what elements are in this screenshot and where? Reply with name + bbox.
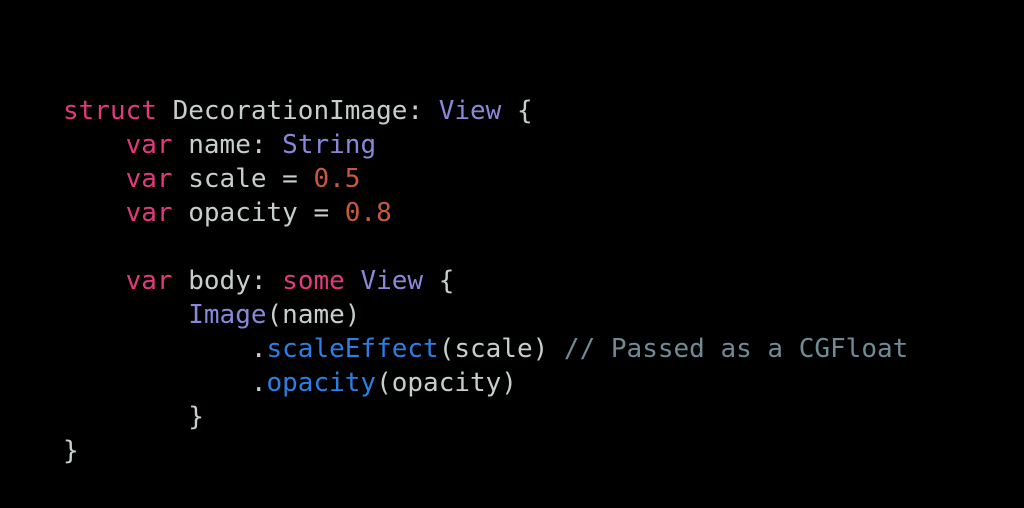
code-token-kw: some bbox=[282, 266, 345, 296]
code-token-num: 0.5 bbox=[313, 164, 361, 194]
code-slide: struct DecorationImage: View { var name:… bbox=[0, 0, 1024, 508]
code-token-plain: DecorationImage: bbox=[156, 96, 439, 126]
code-token-punct: . bbox=[250, 368, 267, 398]
code-line: var scale = 0.5 bbox=[63, 162, 908, 196]
code-token-punct: } bbox=[188, 402, 204, 432]
code-token-kw: struct bbox=[63, 96, 157, 126]
code-token-type: View bbox=[438, 96, 502, 126]
code-token-kw: var bbox=[125, 198, 173, 228]
code-block: struct DecorationImage: View { var name:… bbox=[63, 94, 908, 468]
code-token-plain: name: bbox=[172, 130, 283, 160]
code-token-plain: opacity = bbox=[172, 198, 345, 228]
code-token-type: Image bbox=[188, 300, 267, 330]
code-token-plain: (opacity) bbox=[376, 368, 517, 398]
code-line: struct DecorationImage: View { bbox=[63, 94, 908, 128]
code-token-plain: (name) bbox=[266, 300, 361, 330]
code-line: var body: some View { bbox=[63, 264, 908, 298]
code-token-type: String bbox=[282, 130, 377, 160]
code-token-punct: { bbox=[423, 266, 455, 296]
code-token-kw: var bbox=[125, 266, 173, 296]
code-token-num: 0.8 bbox=[344, 198, 392, 228]
code-token-punct: } bbox=[63, 436, 79, 466]
code-line: .opacity(opacity) bbox=[63, 366, 908, 400]
code-line: .scaleEffect(scale) // Passed as a CGFlo… bbox=[63, 332, 908, 366]
code-line: Image(name) bbox=[63, 298, 908, 332]
code-token-type: View bbox=[360, 266, 424, 296]
code-token-plain: scale = bbox=[172, 164, 314, 194]
code-token-kw: var bbox=[125, 164, 173, 194]
code-token-comment: // Passed as a CGFloat bbox=[563, 334, 909, 364]
code-line: var opacity = 0.8 bbox=[63, 196, 908, 230]
code-line: var name: String bbox=[63, 128, 908, 162]
code-token-punct: { bbox=[501, 96, 533, 126]
code-token-plain: body: bbox=[172, 266, 283, 296]
code-token-method: scaleEffect bbox=[266, 334, 439, 364]
code-token-kw: var bbox=[125, 130, 173, 160]
code-token-plain: (scale) bbox=[438, 334, 564, 364]
code-token-punct: . bbox=[250, 334, 267, 364]
code-line: } bbox=[63, 434, 908, 468]
code-line: } bbox=[63, 400, 908, 434]
code-token-method: opacity bbox=[266, 368, 377, 398]
